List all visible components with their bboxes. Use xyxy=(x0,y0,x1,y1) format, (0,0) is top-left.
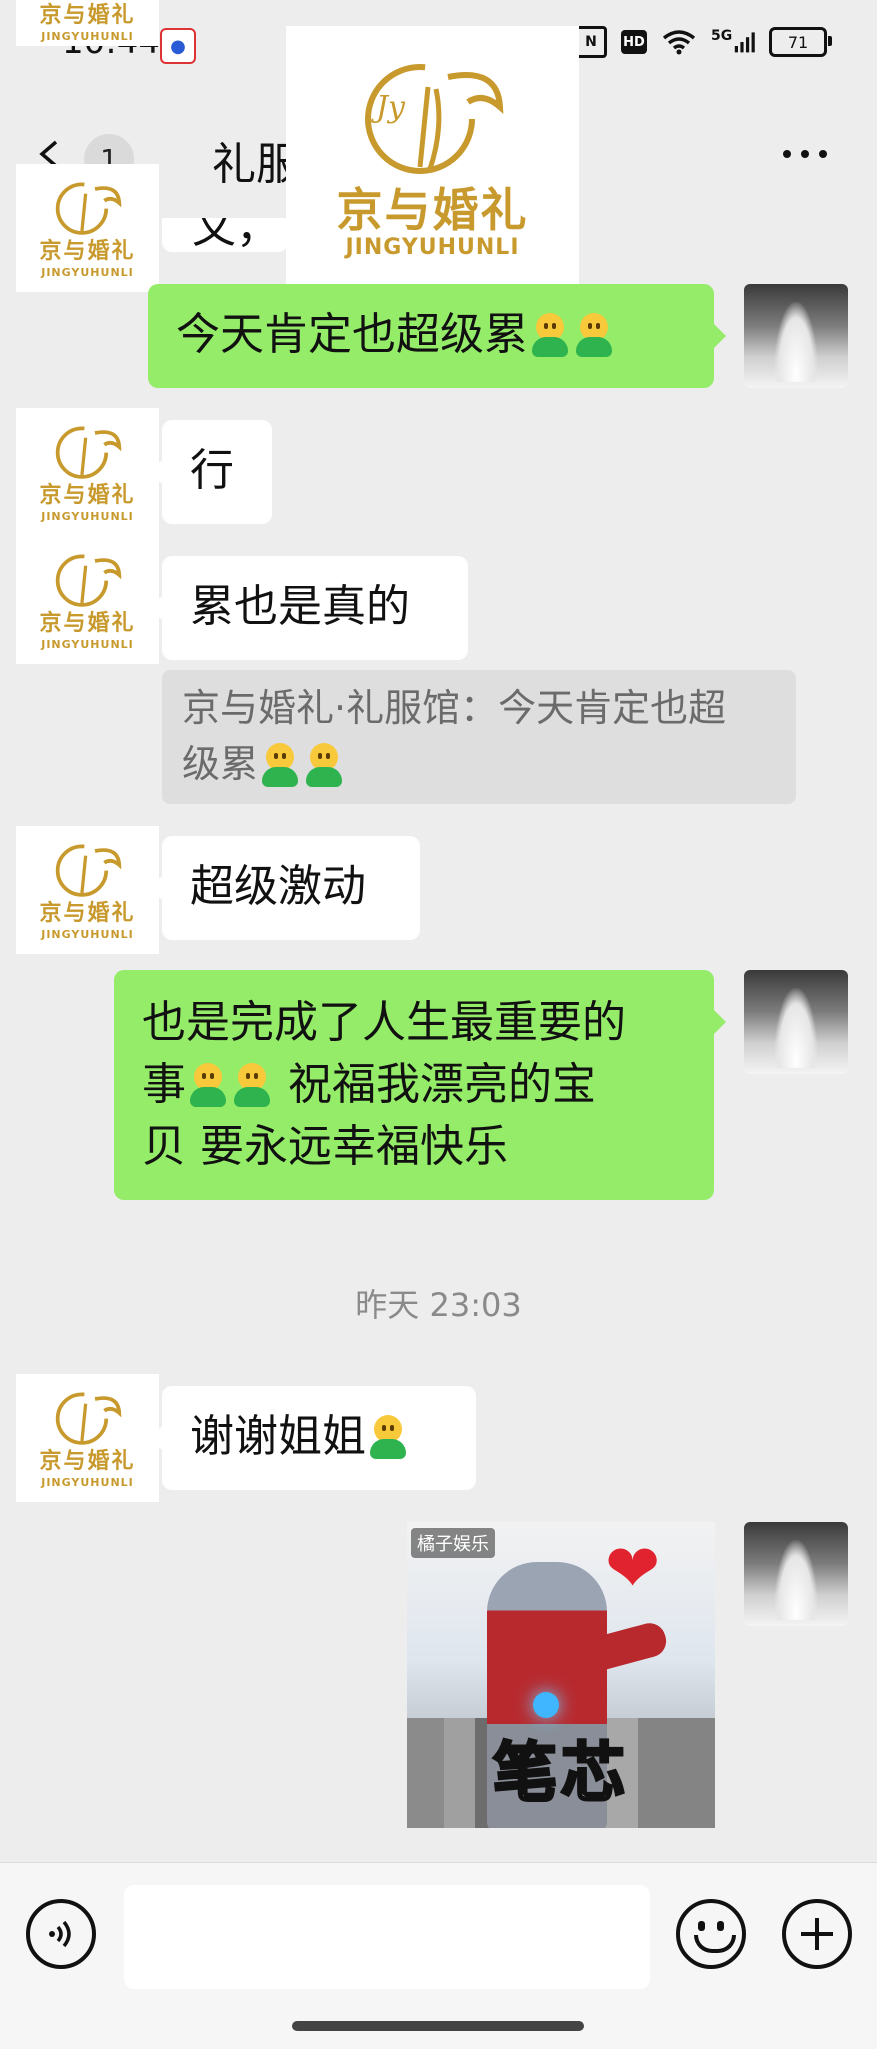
home-indicator[interactable] xyxy=(292,2021,584,2031)
message-text-line2b: 祝福我漂亮的宝 xyxy=(274,1059,596,1110)
brand-emblem-icon xyxy=(55,181,121,235)
contact-avatar[interactable]: 京与婚礼 JINGYUHUNLI xyxy=(16,408,159,536)
brand-logo-overlay: Jy 京与婚礼 JINGYUHUNLI xyxy=(286,26,579,290)
quoted-message[interactable]: 京与婚礼·礼服馆：今天肯定也超 级累 xyxy=(162,670,796,804)
brand-name-cn: 京与婚礼 xyxy=(39,610,136,636)
message-bubble-in[interactable]: 行 xyxy=(150,420,272,524)
message-bubble-in[interactable]: 累也是真的 xyxy=(150,556,468,660)
heart-icon: ❤ xyxy=(605,1530,661,1607)
partial-message-text: 文， xyxy=(192,218,280,252)
message-text: 今天肯定也超级累 xyxy=(176,309,528,360)
brand-emblem-icon: Jy xyxy=(364,64,503,174)
emoji-icon xyxy=(260,743,300,787)
brand-name-cn: 京与婚礼 xyxy=(39,238,136,264)
self-avatar[interactable] xyxy=(744,970,848,1074)
brand-name-en: JINGYUHUNLI xyxy=(41,30,134,43)
emoji-icon xyxy=(304,743,344,787)
message-bubble-out[interactable]: 也是完成了人生最重要的 事 祝福我漂亮的宝 贝 要永远幸福快乐 xyxy=(114,970,726,1200)
brand-name-cn: 京与婚礼 xyxy=(39,900,136,926)
brand-name-en: JINGYUHUNLI xyxy=(41,1475,134,1489)
emoji-icon xyxy=(188,1063,228,1107)
emoji-icon xyxy=(232,1063,272,1107)
message-text-line1: 也是完成了人生最重要的 xyxy=(142,997,626,1048)
sticker-image[interactable]: ❤ 橘子娱乐 笔芯 xyxy=(407,1522,715,1828)
brand-emblem-icon xyxy=(55,843,121,897)
status-icons: N HD 5G 71 xyxy=(575,26,832,58)
partial-message-bubble: 文， xyxy=(162,218,288,252)
battery-icon: 71 xyxy=(769,27,832,57)
wifi-icon xyxy=(661,28,697,56)
message-text-line2a: 事 xyxy=(142,1059,186,1110)
contact-avatar[interactable]: 京与婚礼 JINGYUHUNLI xyxy=(16,164,159,292)
brand-name-cn: 京与婚礼 xyxy=(39,3,136,28)
brand-name-en: JINGYUHUNLI xyxy=(41,509,134,523)
brand-emblem-icon xyxy=(55,1391,121,1445)
message-text: 行 xyxy=(190,445,234,496)
message-input[interactable] xyxy=(124,1885,650,1989)
message-text-line3: 贝 要永远幸福快乐 xyxy=(142,1121,508,1172)
message-text: 累也是真的 xyxy=(190,581,410,632)
smiley-icon[interactable] xyxy=(676,1899,746,1969)
timestamp: 昨天 23:03 xyxy=(355,1286,522,1324)
plus-icon[interactable] xyxy=(782,1899,852,1969)
self-avatar[interactable] xyxy=(744,1522,848,1626)
message-text: 超级激动 xyxy=(190,861,366,912)
contact-avatar[interactable]: 京与婚礼 JINGYUHUNLI xyxy=(16,0,159,46)
brand-name-cn: 京与婚礼 xyxy=(39,482,136,508)
quote-text-line1: 京与婚礼·礼服馆：今天肯定也超 xyxy=(182,686,727,730)
svg-text:Jy: Jy xyxy=(370,90,406,125)
emoji-icon xyxy=(574,313,614,357)
brand-name-en: JINGYUHUNLI xyxy=(345,235,520,260)
brand-name-cn: 京与婚礼 xyxy=(39,1448,136,1474)
message-text: 谢谢姐姐 xyxy=(190,1411,366,1462)
contact-avatar[interactable]: 京与婚礼 JINGYUHUNLI xyxy=(16,826,159,954)
emoji-icon xyxy=(530,313,570,357)
emoji-icon xyxy=(368,1415,408,1459)
brand-emblem-icon xyxy=(55,425,121,479)
brand-name-en: JINGYUHUNLI xyxy=(41,637,134,651)
sticker-caption: 笔芯 xyxy=(492,1736,629,1813)
contact-avatar[interactable]: 京与婚礼 JINGYUHUNLI xyxy=(16,536,159,664)
voice-icon[interactable] xyxy=(26,1899,96,1969)
input-bar xyxy=(0,1862,877,2049)
sticker-hero-core xyxy=(533,1692,559,1718)
brand-name-en: JINGYUHUNLI xyxy=(41,927,134,941)
contact-avatar[interactable]: 京与婚礼 JINGYUHUNLI xyxy=(16,1374,159,1502)
network-label: 5G xyxy=(711,28,733,44)
signal-icon: 5G xyxy=(711,28,755,56)
brand-emblem-icon xyxy=(55,553,121,607)
sticker-watermark: 橘子娱乐 xyxy=(411,1528,495,1558)
brand-name-en: JINGYUHUNLI xyxy=(41,265,134,279)
more-dots-icon[interactable] xyxy=(783,150,827,158)
quote-text-line2: 级累 xyxy=(182,742,259,786)
message-bubble-in[interactable]: 超级激动 xyxy=(150,836,420,940)
brand-name-cn: 京与婚礼 xyxy=(336,183,529,237)
message-bubble-out[interactable]: 今天肯定也超级累 xyxy=(148,284,726,388)
self-avatar[interactable] xyxy=(744,284,848,388)
nfc-icon: N xyxy=(575,26,607,58)
hd-icon: HD xyxy=(621,30,647,54)
message-bubble-in[interactable]: 谢谢姐姐 xyxy=(150,1386,476,1490)
baidu-app-icon: ● xyxy=(160,28,196,64)
